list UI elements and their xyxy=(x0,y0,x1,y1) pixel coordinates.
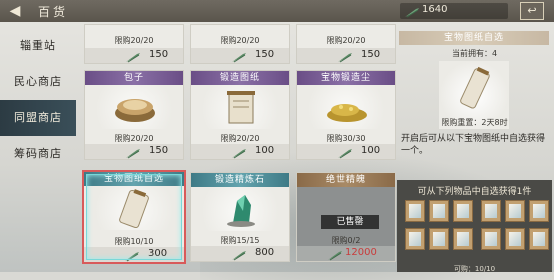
jade-leaf-icon xyxy=(337,145,353,164)
jade-leaf-icon xyxy=(231,145,247,164)
jade-leaf-icon xyxy=(327,247,343,266)
shop-item-card-selected[interactable]: 宝物图纸自选 限购10/10 300 xyxy=(82,170,186,264)
shop-item-card[interactable]: 限购20/20 150 xyxy=(190,24,290,64)
pool-item[interactable] xyxy=(429,228,449,250)
item-art xyxy=(84,186,184,230)
currency-value: 1640 xyxy=(422,4,448,15)
price-bar: 150 xyxy=(85,48,183,63)
pool-item[interactable] xyxy=(529,228,549,250)
price-bar: 150 xyxy=(85,144,183,159)
page-title: 百货 xyxy=(38,5,69,19)
detail-title: 宝物图纸自选 xyxy=(399,31,549,45)
sidebar-item-alliance-shop[interactable]: 同盟商店 xyxy=(0,100,76,136)
soldout-badge: 已售罄 xyxy=(321,215,379,229)
blueprint-scroll-icon xyxy=(119,189,149,229)
jade-leaf-icon xyxy=(231,247,247,266)
shop-item-card[interactable]: 限购20/20 150 xyxy=(296,24,396,64)
top-bar: ◀ 百货 1640 ↩ xyxy=(0,0,554,22)
sidebar-item-supply-station[interactable]: 辎重站 xyxy=(0,28,76,64)
price-bar: 300 xyxy=(84,247,184,262)
reset-timer: 限购重置：2天8时 xyxy=(441,118,508,127)
jade-leaf-icon xyxy=(337,49,353,68)
item-detail-panel: 宝物图纸自选 当前拥有：4 限购重置：2天8时 开启后可从以下宝物图纸中自选获得… xyxy=(397,29,552,179)
pool-item[interactable] xyxy=(405,200,425,222)
purchase-limit: 限购20/20 xyxy=(220,134,260,143)
pool-item[interactable] xyxy=(481,228,501,250)
pool-purchasable: 可购：10/10 xyxy=(453,265,496,273)
price-bar: 150 xyxy=(191,48,289,63)
price-bar: 150 xyxy=(297,48,395,63)
price: 100 xyxy=(255,145,275,156)
pool-item[interactable] xyxy=(405,228,425,250)
item-art xyxy=(85,85,183,129)
purchase-limit: 限购0/2 xyxy=(331,236,361,245)
pool-item[interactable] xyxy=(453,200,473,222)
price: 300 xyxy=(148,248,168,259)
shop-item-card[interactable]: 宝物锻造尘 限购30/30 100 xyxy=(296,70,396,160)
purchase-limit: 限购20/20 xyxy=(326,36,366,45)
pool-item[interactable] xyxy=(529,200,549,222)
purchase-limit: 限购15/15 xyxy=(220,236,260,245)
purchase-limit: 限购20/20 xyxy=(114,134,154,143)
item-description: 开启后可从以下宝物图纸中自选获得一个。 xyxy=(401,134,546,156)
blueprint-scroll-icon xyxy=(460,66,490,109)
price-bar: 100 xyxy=(297,144,395,159)
close-icon[interactable]: ↩ xyxy=(520,2,544,20)
item-art xyxy=(191,85,289,129)
price: 800 xyxy=(255,247,275,258)
pool-item[interactable] xyxy=(481,200,501,222)
shop-item-card-soldout[interactable]: 绝世精魄 已售罄 限购0/2 12000 xyxy=(296,172,396,262)
bun-icon xyxy=(115,99,155,122)
pool-item[interactable] xyxy=(453,228,473,250)
item-name: 锻造图纸 xyxy=(191,71,289,85)
pool-item[interactable] xyxy=(505,200,525,222)
jade-leaf-icon xyxy=(125,49,141,68)
sidebar: 辎重站 民心商店 同盟商店 筹码商店 xyxy=(0,22,76,272)
shop-item-card[interactable]: 锻造精炼石 限购15/15 800 xyxy=(190,172,290,262)
price-bar: 12000 xyxy=(297,246,395,261)
purchase-limit: 限购10/10 xyxy=(114,237,154,246)
item-name: 包子 xyxy=(85,71,183,85)
price: 12000 xyxy=(345,247,377,258)
reward-pool: 可从下列物品中自选获得1件 可购：10/10 xyxy=(397,180,552,273)
scroll-icon xyxy=(227,91,255,124)
pool-item[interactable] xyxy=(505,228,525,250)
price: 150 xyxy=(255,49,275,60)
jade-leaf-icon xyxy=(404,4,420,23)
pool-title: 可从下列物品中自选获得1件 xyxy=(417,187,532,197)
price-bar: 100 xyxy=(191,144,289,159)
shop-item-card[interactable]: 包子 限购20/20 150 xyxy=(84,70,184,160)
back-arrow-icon[interactable]: ◀ xyxy=(4,2,26,20)
price: 100 xyxy=(361,145,381,156)
price: 150 xyxy=(361,49,381,60)
item-name: 绝世精魄 xyxy=(297,173,395,187)
purchase-limit: 限购20/20 xyxy=(114,36,154,45)
pool-item[interactable] xyxy=(429,200,449,222)
owned-count: 当前拥有：4 xyxy=(451,49,498,58)
sidebar-item-chip-shop[interactable]: 筹码商店 xyxy=(0,136,76,172)
purchase-limit: 限购30/30 xyxy=(326,134,366,143)
currency-display: 1640 xyxy=(400,3,508,19)
refining-stone-icon xyxy=(227,195,255,227)
item-art xyxy=(297,85,395,129)
gold-dust-icon xyxy=(327,104,367,122)
price: 150 xyxy=(149,145,169,156)
item-art xyxy=(191,187,289,231)
item-name: 宝物锻造尘 xyxy=(297,71,395,85)
price-bar: 800 xyxy=(191,246,289,261)
shop-item-card[interactable]: 锻造图纸 限购20/20 100 xyxy=(190,70,290,160)
jade-leaf-icon xyxy=(124,248,140,267)
jade-leaf-icon xyxy=(125,145,141,164)
price: 150 xyxy=(149,49,169,60)
purchase-limit: 限购20/20 xyxy=(220,36,260,45)
jade-leaf-icon xyxy=(231,49,247,68)
item-name: 锻造精炼石 xyxy=(191,173,289,187)
sidebar-item-morale-shop[interactable]: 民心商店 xyxy=(0,64,76,100)
shop-item-card[interactable]: 限购20/20 150 xyxy=(84,24,184,64)
item-name: 宝物图纸自选 xyxy=(84,172,184,186)
